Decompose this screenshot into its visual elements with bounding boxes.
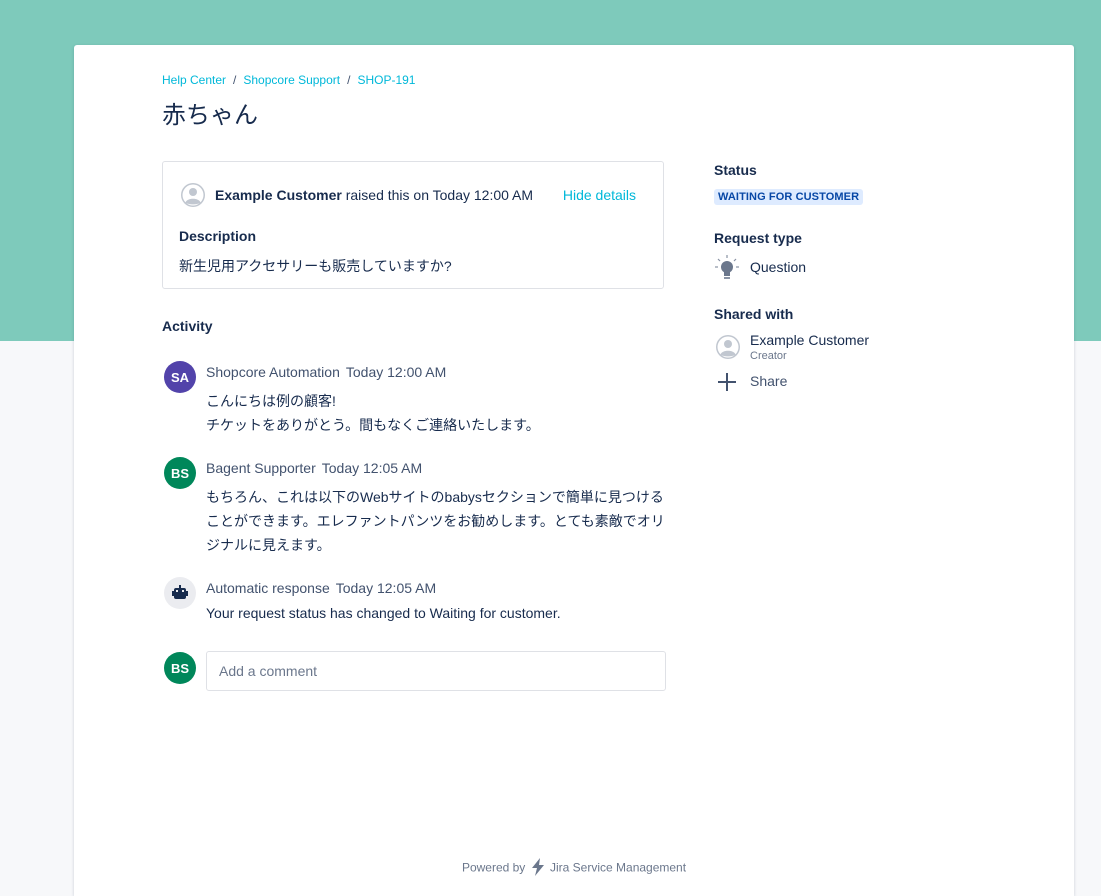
activity-heading: Activity [162, 318, 213, 334]
product-name[interactable]: Jira Service Management [550, 861, 686, 875]
breadcrumb-shopcore-support[interactable]: Shopcore Support [243, 73, 340, 87]
footer: Powered by Jira Service Management [74, 858, 1074, 879]
request-card: Help Center / Shopcore Support / SHOP-191 赤ち… [74, 45, 1074, 896]
lightbulb-icon [714, 255, 740, 286]
plus-icon [717, 372, 737, 397]
share-label: Share [750, 373, 788, 389]
shared-user-name: Example Customer [750, 332, 870, 348]
request-details-panel: Example Customer raised this on Today 12… [162, 161, 664, 289]
robot-icon [164, 577, 196, 609]
request-type-label: Request type [714, 230, 802, 246]
page-title: 赤ちゃん [162, 102, 258, 129]
activity-time: Today 12:05 AM [321, 460, 423, 476]
comment-input[interactable]: Add a comment [206, 651, 666, 691]
raised-text: raised this on Today 12:00 AM [345, 187, 534, 203]
hide-details-link[interactable]: Hide details [563, 187, 636, 203]
comment-avatar: BS [164, 652, 196, 684]
activity-body: こんにちは例の顧客! チケットをありがとう。間もなくご連絡いたします。 [206, 393, 540, 433]
description-text: 新生児用アクセサリーも販売していますか? [179, 258, 452, 274]
breadcrumb: Help Center / Shopcore Support / SHOP-191 [162, 73, 416, 87]
avatar: SA [164, 361, 196, 393]
avatar: BS [164, 457, 196, 489]
activity-body: Your request status has changed to Waiti… [206, 605, 561, 621]
user-avatar-icon [715, 334, 741, 365]
description-label: Description [179, 228, 257, 244]
powered-by-text: Powered by [461, 860, 526, 875]
activity-author: Automatic response [206, 580, 330, 596]
activity-author: Shopcore Automation [206, 364, 340, 380]
breadcrumb-help-center[interactable]: Help Center [162, 73, 226, 87]
request-type-text: Question [750, 259, 807, 275]
activity-time: Today 12:00 AM [345, 364, 447, 380]
activity-author: Bagent Supporter [206, 460, 316, 476]
status-badge: WAITING FOR CUSTOMER [714, 189, 864, 205]
reporter-name: Example Customer [215, 187, 342, 203]
activity-body: もちろん、これは以下のWebサイトのbabysセクションで簡単に見つけることがで… [206, 489, 665, 553]
breadcrumb-issue-key[interactable]: SHOP-191 [357, 73, 415, 87]
shared-with-label: Shared with [714, 306, 794, 322]
user-avatar-icon [180, 182, 206, 213]
activity-time: Today 12:05 AM [335, 580, 437, 596]
jira-lightning-icon [531, 858, 545, 879]
raised-by: Example Customer raised this on Today 12… [215, 187, 533, 203]
status-label: Status [714, 162, 757, 178]
shared-user-role: Creator [750, 350, 787, 362]
